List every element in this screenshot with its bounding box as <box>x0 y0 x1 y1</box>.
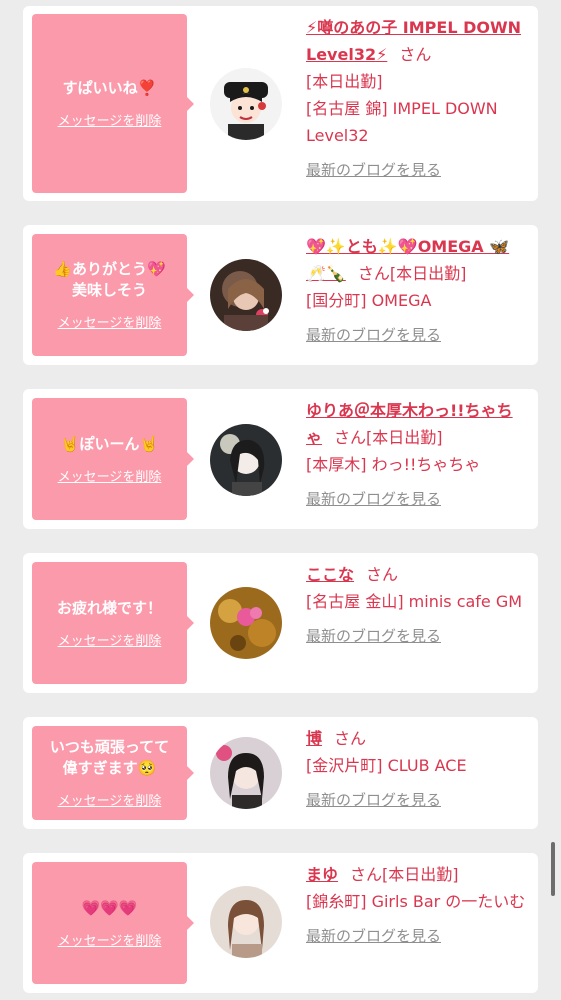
avatar-image <box>210 587 282 659</box>
avatar[interactable] <box>210 259 282 331</box>
message-text: すぱいいね❣️ <box>62 79 157 97</box>
latest-blog-link[interactable]: 最新のブログを見る <box>306 486 441 513</box>
member-info: まゆ さん[本日出勤] [錦糸町] Girls Bar の一たいむ 最新のブログを… <box>306 861 528 950</box>
list-item: いつも頑張ってて 偉すぎます🥺 メッセージを削除 博さん [金沢片町] CLUB… <box>23 717 538 829</box>
avatar-image <box>210 886 282 958</box>
member-info: 💖✨とも✨💖OMEGA 🦋🥂🍾 さん[本日出勤] [国分町] OMEGA 最新のブ… <box>306 233 528 349</box>
member-info: 博さん [金沢片町] CLUB ACE 最新のブログを見る <box>306 725 528 814</box>
delete-message-link[interactable]: メッセージを削除 <box>58 312 162 331</box>
attendance-status: [本日出勤] <box>306 72 383 91</box>
member-info: ここな さん [名古屋 金山] minis cafe GM 最新のブログを見る <box>306 561 528 650</box>
attendance-status: [本日出勤] <box>389 264 467 283</box>
avatar[interactable] <box>210 68 282 140</box>
avatar[interactable] <box>210 886 282 958</box>
list-item: 💗💗💗 メッセージを削除 まゆ さん[本日出勤] [錦糸町] Girls Bar … <box>23 853 538 993</box>
shop-name: [名古屋 金山] minis cafe GM <box>306 592 523 611</box>
avatar[interactable] <box>210 737 282 809</box>
message-bubble: お疲れ様です！ メッセージを削除 <box>32 562 194 684</box>
message-bubble: すぱいいね❣️ メッセージを削除 <box>32 14 194 193</box>
message-list: すぱいいね❣️ メッセージを削除 ⚡噂のあの子 IMPEL DOWN Level… <box>0 0 561 1000</box>
delete-message-link[interactable]: メッセージを削除 <box>58 630 162 649</box>
latest-blog-link[interactable]: 最新のブログを見る <box>306 787 441 814</box>
member-name-link[interactable]: まゆ <box>306 865 338 884</box>
avatar-image <box>210 737 282 809</box>
delete-message-link[interactable]: メッセージを削除 <box>58 790 162 809</box>
avatar-image <box>210 259 282 331</box>
delete-message-link[interactable]: メッセージを削除 <box>58 930 162 949</box>
shop-name: [本厚木] わっ!!ちゃちゃ <box>306 455 481 474</box>
message-text: 🤘ぽいーん🤘 <box>60 434 159 453</box>
honorific: さん <box>357 264 390 283</box>
honorific: さん <box>334 729 367 748</box>
message-text: 💗💗💗 <box>81 898 138 917</box>
message-text: 👍ありがとう💖 美味しそう <box>53 260 166 299</box>
latest-blog-link[interactable]: 最新のブログを見る <box>306 157 441 184</box>
shop-name: [名古屋 錦] IMPEL DOWN Level32 <box>306 99 498 145</box>
honorific: さん <box>350 865 383 884</box>
member-name-link[interactable]: 博 <box>306 729 322 748</box>
shop-name: [錦糸町] Girls Bar の一たいむ <box>306 892 526 911</box>
avatar-image <box>210 68 282 140</box>
attendance-status: [本日出勤] <box>366 428 443 447</box>
member-name-link[interactable]: ここな <box>306 565 354 584</box>
message-text: いつも頑張ってて 偉すぎます🥺 <box>49 738 170 777</box>
list-item: すぱいいね❣️ メッセージを削除 ⚡噂のあの子 IMPEL DOWN Level… <box>23 6 538 201</box>
list-item: 👍ありがとう💖 美味しそう メッセージを削除 💖✨とも✨💖OMEGA 🦋🥂🍾 さん… <box>23 225 538 365</box>
delete-message-link[interactable]: メッセージを削除 <box>58 110 162 129</box>
delete-message-link[interactable]: メッセージを削除 <box>58 466 162 485</box>
member-info: ゆりあ＠本厚木わっ!!ちゃちゃ さん[本日出勤] [本厚木] わっ!!ちゃちゃ 最… <box>306 397 528 513</box>
scrollbar[interactable] <box>551 842 555 896</box>
honorific: さん <box>366 565 399 584</box>
honorific: さん <box>399 45 432 64</box>
message-text: お疲れ様です！ <box>56 598 162 617</box>
avatar[interactable] <box>210 587 282 659</box>
message-bubble: 🤘ぽいーん🤘 メッセージを削除 <box>32 398 194 520</box>
latest-blog-link[interactable]: 最新のブログを見る <box>306 923 441 950</box>
avatar-image <box>210 424 282 496</box>
message-bubble: 👍ありがとう💖 美味しそう メッセージを削除 <box>32 234 194 356</box>
latest-blog-link[interactable]: 最新のブログを見る <box>306 322 441 349</box>
latest-blog-link[interactable]: 最新のブログを見る <box>306 623 441 650</box>
shop-name: [国分町] OMEGA <box>306 291 432 310</box>
list-item: お疲れ様です！ メッセージを削除 ここな さん [名古屋 金山] minis ca… <box>23 553 538 693</box>
avatar[interactable] <box>210 424 282 496</box>
attendance-status: [本日出勤] <box>382 865 459 884</box>
honorific: さん <box>334 428 367 447</box>
member-info: ⚡噂のあの子 IMPEL DOWN Level32⚡ さん [本日出勤] [名古屋… <box>306 14 528 184</box>
message-bubble: いつも頑張ってて 偉すぎます🥺 メッセージを削除 <box>32 726 194 820</box>
message-bubble: 💗💗💗 メッセージを削除 <box>32 862 194 984</box>
shop-name: [金沢片町] CLUB ACE <box>306 756 467 775</box>
list-item: 🤘ぽいーん🤘 メッセージを削除 ゆりあ＠本厚木わっ!!ちゃちゃ さん[本日出勤] … <box>23 389 538 529</box>
